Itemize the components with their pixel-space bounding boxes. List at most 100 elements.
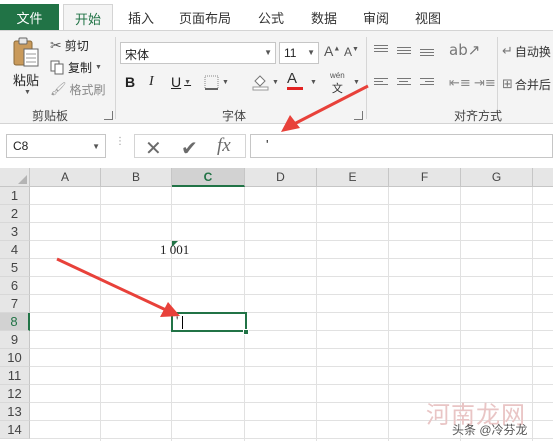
fill-color-button[interactable]: ▼ (252, 73, 279, 91)
row-header-3[interactable]: 3 (0, 223, 30, 241)
chevron-down-icon[interactable]: ▼ (272, 79, 279, 86)
cell-c8-active[interactable]: ' (171, 312, 247, 332)
gridline (30, 258, 553, 259)
align-right-icon[interactable] (420, 78, 434, 90)
tab-view[interactable]: 视图 (405, 4, 451, 31)
chevron-down-icon: ▼ (307, 48, 315, 57)
enter-icon[interactable]: ✔ (181, 136, 198, 161)
font-launcher-icon[interactable] (354, 111, 363, 120)
tab-home[interactable]: 开始 (63, 4, 113, 31)
gridline (30, 384, 553, 385)
insert-function-icon[interactable]: fx (217, 135, 231, 157)
formula-input[interactable]: ' (250, 134, 553, 158)
tab-data[interactable]: 数据 (301, 4, 347, 31)
column-header-b[interactable]: B (101, 168, 172, 187)
group-divider (115, 37, 116, 119)
row-header-8[interactable]: 8 (0, 313, 30, 331)
copy-button[interactable]: 复制 ▼ (50, 59, 102, 76)
name-box-value: C8 (13, 139, 29, 153)
format-painter-button[interactable]: 🖌 格式刷 (50, 81, 106, 98)
paste-button[interactable]: 粘贴 ▼ (8, 36, 44, 96)
row-header-9[interactable]: 9 (0, 331, 30, 349)
column-header-f[interactable]: F (389, 168, 461, 187)
gridline (30, 366, 553, 367)
wrap-text-button[interactable]: ↵ 自动换 (502, 43, 551, 60)
tab-page-layout[interactable]: 页面布局 (170, 4, 240, 31)
tab-insert[interactable]: 插入 (118, 4, 164, 31)
merge-center-button[interactable]: ⊞ 合并后 (502, 76, 551, 93)
chevron-down-icon[interactable]: ▼ (353, 79, 360, 86)
column-header-g[interactable]: G (461, 168, 533, 187)
copy-dropdown-icon[interactable]: ▼ (95, 64, 102, 71)
bold-icon: B (125, 74, 136, 90)
row-header-1[interactable]: 1 (0, 187, 30, 205)
gridline (30, 312, 553, 313)
name-box[interactable]: C8 ▼ (6, 134, 106, 158)
borders-button[interactable]: ▼ (204, 75, 229, 90)
middle-align-icon[interactable] (397, 47, 411, 59)
row-header-10[interactable]: 10 (0, 349, 30, 367)
grow-font-icon: A▲ (324, 43, 341, 59)
clipboard-launcher-icon[interactable] (104, 111, 113, 120)
italic-icon: I (149, 74, 154, 89)
underline-button[interactable]: U ▼ (171, 74, 191, 90)
wrap-text-label: 自动换 (514, 45, 551, 59)
underline-icon: U (171, 74, 182, 90)
clipboard-group-label: 剪贴板 (32, 109, 69, 123)
row-header-12[interactable]: 12 (0, 385, 30, 403)
align-left-icon[interactable] (374, 78, 388, 90)
tab-formulas[interactable]: 公式 (248, 4, 294, 31)
tab-review[interactable]: 审阅 (353, 4, 399, 31)
column-header-e[interactable]: E (317, 168, 389, 187)
column-header-d[interactable]: D (245, 168, 317, 187)
column-header-h[interactable] (533, 168, 553, 187)
formula-bar-grip-icon[interactable]: ⋮ (115, 137, 125, 147)
row-header-5[interactable]: 5 (0, 259, 30, 277)
chevron-down-icon[interactable]: ▼ (222, 79, 229, 86)
font-size-select[interactable]: 11 ▼ (279, 42, 319, 64)
alignment-group-label: 对齐方式 (454, 109, 503, 123)
orientation-button[interactable]: ab↗ (449, 41, 480, 59)
gridline (30, 330, 553, 331)
gridline (30, 294, 553, 295)
fill-handle[interactable] (243, 329, 249, 335)
shrink-font-button[interactable]: A▼ (344, 45, 359, 59)
row-header-7[interactable]: 7 (0, 295, 30, 313)
select-all-button[interactable] (0, 168, 30, 187)
bold-button[interactable]: B (125, 74, 135, 90)
increase-indent-button[interactable]: ⇥≡ (474, 76, 496, 91)
orientation-icon: ab↗ (449, 41, 481, 59)
tab-file[interactable]: 文件 (0, 4, 59, 31)
column-header-a[interactable]: A (30, 168, 101, 187)
text-caret (182, 315, 184, 329)
increase-indent-icon: ⇥≡ (474, 76, 496, 91)
chevron-down-icon[interactable]: ▼ (184, 79, 191, 86)
decrease-indent-button[interactable]: ⇤≡ (449, 76, 471, 91)
font-color-button[interactable]: A (287, 71, 303, 90)
phonetic-button[interactable]: wén 文 (330, 71, 345, 96)
row-header-2[interactable]: 2 (0, 205, 30, 223)
paste-icon (13, 37, 39, 67)
row-header-11[interactable]: 11 (0, 367, 30, 385)
row-header-14[interactable]: 14 (0, 421, 30, 439)
fill-bucket-icon (252, 75, 269, 91)
decrease-indent-icon: ⇤≡ (449, 76, 471, 91)
cut-button[interactable]: ✂ 剪切 (50, 37, 89, 54)
align-center-icon[interactable] (397, 78, 411, 90)
cancel-icon[interactable]: ✕ (145, 136, 162, 161)
row-header-13[interactable]: 13 (0, 403, 30, 421)
chevron-down-icon[interactable]: ▼ (310, 79, 317, 86)
top-align-icon[interactable] (374, 45, 388, 57)
row-header-6[interactable]: 6 (0, 277, 30, 295)
chevron-down-icon: ▼ (92, 142, 100, 151)
row-header-4[interactable]: 4 (0, 241, 30, 259)
italic-button[interactable]: I (149, 74, 154, 90)
font-name-select[interactable]: 宋体 ▼ (120, 42, 276, 64)
paste-dropdown-icon[interactable]: ▼ (24, 89, 31, 96)
column-header-c[interactable]: C (172, 168, 245, 187)
gridline (30, 204, 553, 205)
font-color-bar (287, 87, 303, 90)
ribbon-home: 粘贴 ▼ ✂ 剪切 复制 ▼ 🖌 格式刷 剪贴板 宋体 ▼ 11 ▼ A▲ A▼… (0, 30, 553, 124)
bottom-align-icon[interactable] (420, 49, 434, 61)
grow-font-button[interactable]: A▲ (324, 43, 340, 59)
